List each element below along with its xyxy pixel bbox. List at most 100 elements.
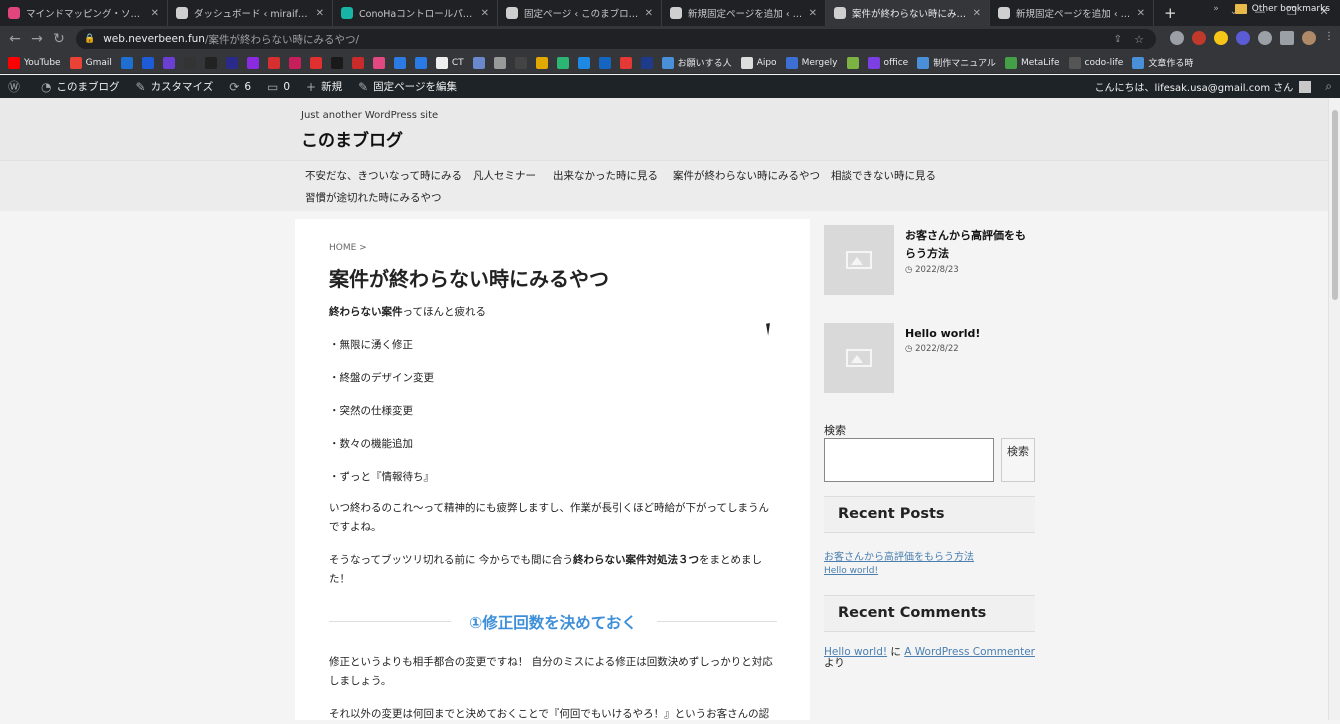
bookmark-icon[interactable]	[225, 56, 238, 69]
bookmark-item[interactable]: office	[867, 56, 908, 69]
tab-conoha[interactable]: ConoHaコントロールパネル ✕	[333, 0, 498, 26]
address-bar[interactable]: 🔒 web.neverbeen.fun/案件が終わらない時にみるやつ/ ⇪ ☆	[76, 29, 1156, 49]
bookmark-icon[interactable]	[535, 56, 548, 69]
close-tab-icon[interactable]: ✕	[481, 8, 489, 19]
bookmark-item[interactable]: Aipo	[740, 56, 777, 69]
bookmark-icon[interactable]	[267, 56, 280, 69]
close-tab-icon[interactable]: ✕	[1137, 8, 1145, 19]
bookmark-item[interactable]: YouTube	[8, 56, 61, 69]
sidebar-post-title[interactable]: お客さんから高評価をもらう方法	[905, 227, 1035, 263]
bookmark-item[interactable]: MetaLife	[1004, 56, 1060, 69]
nav-item-anxious[interactable]: 不安だな、きついなって時にみる	[305, 168, 462, 183]
bookmark-item[interactable]: Mergely	[785, 56, 838, 69]
tab-new-page-2[interactable]: 新規固定ページを追加 ‹ このまブログ ✕	[990, 0, 1154, 26]
bookmark-icon[interactable]	[372, 56, 385, 69]
other-bookmarks[interactable]: Other bookmarks	[1252, 4, 1330, 14]
sidebar-post[interactable]: お客さんから高評価をもらう方法 ◷ 2022/8/23	[824, 225, 1036, 297]
bookmark-icon[interactable]	[598, 56, 611, 69]
bookmark-icon[interactable]	[309, 56, 322, 69]
comment-author-link[interactable]: A WordPress Commenter	[904, 646, 1035, 658]
search-button[interactable]: 検索	[1001, 438, 1035, 482]
search-input[interactable]	[824, 438, 994, 482]
bookmark-icon[interactable]	[577, 56, 590, 69]
bookmark-item[interactable]: CT	[435, 56, 464, 69]
bookmark-icon[interactable]	[141, 56, 154, 69]
site-title[interactable]: このまブログ	[301, 126, 403, 151]
bolt-extension-icon[interactable]	[1214, 31, 1228, 45]
sidebar-post-title[interactable]: Hello world!	[905, 325, 1035, 343]
bookmark-icon[interactable]	[246, 56, 259, 69]
menu-icon[interactable]: ⋮	[1324, 31, 1334, 45]
recent-post-link[interactable]: Hello world!	[824, 566, 878, 576]
bookmark-icon[interactable]	[640, 56, 653, 69]
bookmark-icon[interactable]	[351, 56, 364, 69]
bookmark-icon[interactable]	[288, 56, 301, 69]
wordpress-logo-icon[interactable]: Ⓦ	[0, 78, 33, 95]
breadcrumb[interactable]: HOME >	[329, 243, 367, 253]
sidebar-post[interactable]: Hello world! ◷ 2022/8/22	[824, 323, 1036, 395]
bookmark-icon[interactable]	[619, 56, 632, 69]
tab-current-page[interactable]: 案件が終わらない時にみるやつ - このま ✕	[826, 0, 990, 26]
bookmark-icon[interactable]	[414, 56, 427, 69]
account-greeting[interactable]: こんにちは、lifesak.usa@gmail.com さん	[1095, 79, 1294, 94]
puzzle-icon[interactable]	[1258, 31, 1272, 45]
tab-mindmap[interactable]: マインドマッピング・ソフトウェア - オン ✕	[0, 0, 168, 26]
close-tab-icon[interactable]: ✕	[316, 8, 324, 19]
thumbnail-placeholder[interactable]	[824, 323, 894, 393]
nav-item-failed[interactable]: 出来なかった時に見る	[553, 168, 658, 183]
bookmark-item[interactable]: Gmail	[69, 56, 112, 69]
recent-post-link[interactable]: お客さんから高評価をもらう方法	[824, 548, 974, 563]
back-icon[interactable]: ←	[4, 31, 26, 47]
bookmark-icon[interactable]	[472, 56, 485, 69]
nav-item-projects[interactable]: 案件が終わらない時にみるやつ	[673, 168, 820, 183]
nav-item-habit[interactable]: 習慣が途切れた時にみるやつ	[305, 190, 442, 205]
bookmark-item[interactable]: codo-life	[1068, 56, 1123, 69]
tab-new-page[interactable]: 新規固定ページを追加 ‹ このまブログ ✕	[662, 0, 826, 26]
bookmark-star-icon[interactable]: ☆	[1134, 33, 1144, 46]
bookmark-icon[interactable]	[120, 56, 133, 69]
comments-link[interactable]: ▭ 0	[259, 80, 298, 94]
nav-item-consult[interactable]: 相談できない時に見る	[831, 168, 936, 183]
bookmark-item[interactable]: 制作マニュアル	[917, 56, 996, 69]
forward-icon[interactable]: →	[26, 31, 48, 47]
close-tab-icon[interactable]: ✕	[151, 8, 159, 19]
bookmark-item[interactable]: お願いする人	[661, 56, 732, 69]
lock-icon[interactable]: 🔒	[84, 34, 95, 44]
profile-avatar[interactable]	[1302, 31, 1316, 45]
share-icon[interactable]: ⇪	[1114, 34, 1122, 45]
customize-link[interactable]: ✎ カスタマイズ	[128, 79, 222, 94]
bookmark-icon[interactable]	[330, 56, 343, 69]
bookmark-icon[interactable]	[162, 56, 175, 69]
scrollbar-thumb[interactable]	[1332, 110, 1338, 300]
bookmark-favicon-icon	[1004, 56, 1017, 69]
bookmark-icon[interactable]	[204, 56, 217, 69]
close-tab-icon[interactable]: ✕	[645, 8, 653, 19]
close-tab-icon[interactable]: ✕	[973, 8, 981, 19]
gear-extension-icon[interactable]	[1236, 31, 1250, 45]
tab-dashboard[interactable]: ダッシュボード ‹ miraiful — WordPress ✕	[168, 0, 333, 26]
bookmark-item[interactable]: 文章作る時	[1132, 56, 1193, 69]
sidebar-icon[interactable]	[1280, 31, 1294, 45]
page-scrollbar[interactable]	[1328, 98, 1340, 720]
search-icon[interactable]: ⌕	[1325, 79, 1332, 94]
new-tab-icon[interactable]: +	[1154, 0, 1187, 26]
admin-site-link[interactable]: ◔ このまブログ	[33, 79, 127, 94]
bookmark-icon[interactable]	[183, 56, 196, 69]
edit-page-link[interactable]: ✎ 固定ページを編集	[350, 79, 465, 94]
tab-pages[interactable]: 固定ページ ‹ このまブログ — WordPress ✕	[498, 0, 662, 26]
updates-link[interactable]: ⟳ 6	[221, 80, 259, 94]
bookmarks-chevron-icon[interactable]: »	[1213, 4, 1219, 14]
camera-extension-icon[interactable]	[1170, 31, 1184, 45]
red-extension-icon[interactable]	[1192, 31, 1206, 45]
bookmark-icon[interactable]	[846, 56, 859, 69]
new-content-link[interactable]: + 新規	[298, 79, 350, 94]
bookmark-icon[interactable]	[493, 56, 506, 69]
close-tab-icon[interactable]: ✕	[809, 8, 817, 19]
avatar[interactable]	[1299, 80, 1312, 93]
thumbnail-placeholder[interactable]	[824, 225, 894, 295]
reload-icon[interactable]: ↻	[48, 31, 70, 47]
nav-item-seminar[interactable]: 凡人セミナー	[473, 168, 536, 183]
bookmark-icon[interactable]	[556, 56, 569, 69]
bookmark-icon[interactable]	[393, 56, 406, 69]
bookmark-icon[interactable]	[514, 56, 527, 69]
